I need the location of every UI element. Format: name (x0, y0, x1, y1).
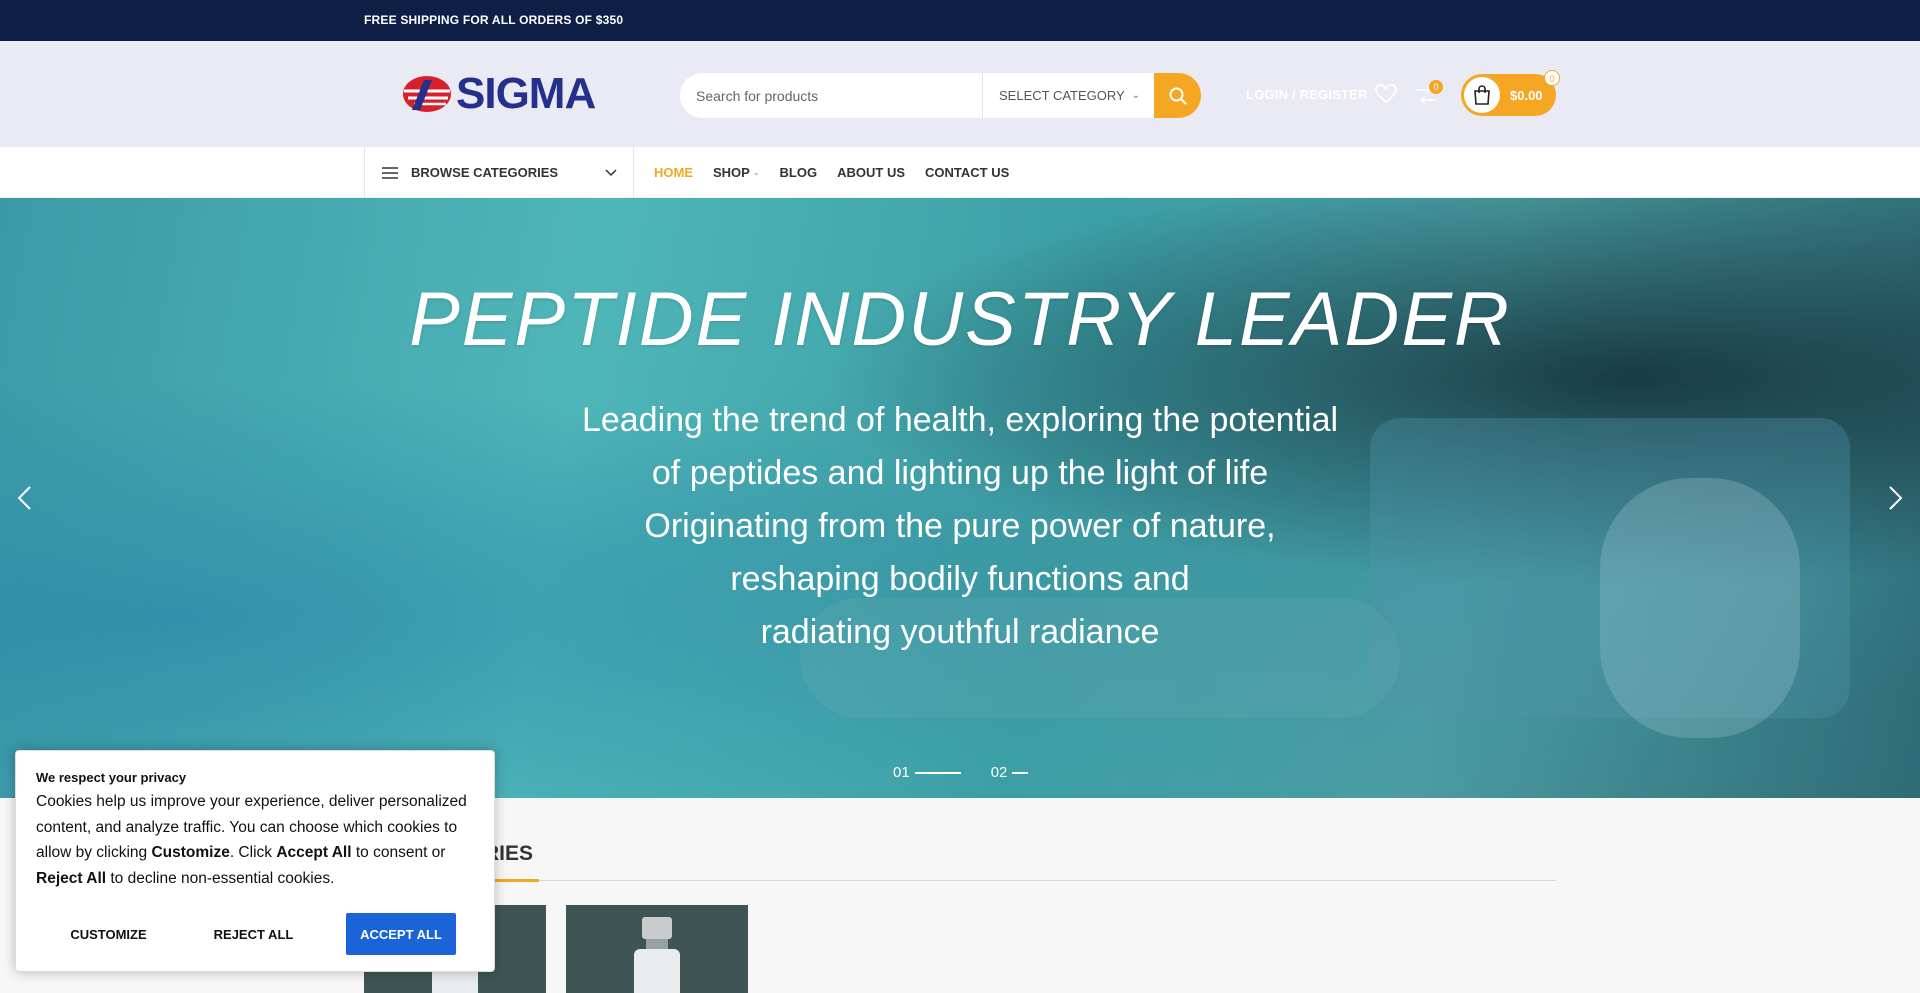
hero-background-shape (1600, 478, 1800, 738)
slider-prev-button[interactable] (10, 483, 40, 513)
chevron-down-icon (605, 168, 617, 176)
section-divider (364, 880, 1556, 881)
nav-item-label: SHOP (713, 165, 750, 180)
cart-button[interactable]: $0.00 0 (1461, 70, 1560, 116)
hero-line: of peptides and lighting up the light of… (651, 454, 1269, 492)
nav-item-about-us[interactable]: ABOUT US (837, 165, 905, 180)
category-select-label: SELECT CATEGORY (999, 88, 1125, 103)
chevron-down-icon: ⌄ (752, 168, 760, 177)
wishlist-button[interactable] (1375, 84, 1397, 109)
nav-item-label: HOME (654, 165, 693, 180)
sigma-logo-icon (403, 76, 451, 112)
customize-button[interactable]: CUSTOMIZE (36, 913, 181, 955)
free-shipping-text: FREE SHIPPING FOR ALL ORDERS OF $350 (364, 13, 624, 27)
chevron-left-icon (17, 486, 31, 510)
site-logo[interactable]: SIGMA (402, 69, 614, 118)
slide-progress-bar (914, 771, 961, 774)
browse-categories-label: BROWSE CATEGORIES (411, 165, 559, 180)
cookie-text-part: to consent or (351, 844, 446, 861)
slider-pagination: 01 02 (893, 764, 1058, 781)
category-card[interactable] (566, 905, 748, 993)
slider-dot-2[interactable]: 02 (991, 764, 1029, 781)
nav-item-home[interactable]: HOME (654, 165, 693, 180)
nav-item-label: BLOG (779, 165, 818, 180)
nav-item-label: ABOUT US (837, 165, 905, 180)
cart-count-badge: 0 (1544, 70, 1560, 86)
cookie-text-part: . Click (229, 844, 277, 861)
slide-number: 02 (990, 764, 1008, 781)
category-select[interactable]: SELECT CATEGORY ⌄ (982, 73, 1154, 118)
chevron-down-icon: ⌄ (1131, 90, 1140, 101)
cookie-text-bold: Reject All (36, 869, 107, 887)
chevron-right-icon (1889, 486, 1903, 510)
nav-item-shop[interactable]: SHOP ⌄ (713, 165, 760, 180)
cart-amount: $0.00 (1510, 87, 1543, 103)
search-input[interactable] (680, 73, 982, 118)
nav-menu: HOME SHOP ⌄ BLOG ABOUT US CONTACT US (654, 147, 1029, 198)
cookie-description: Cookies help us improve your experience,… (36, 789, 481, 891)
cookie-text-bold: Customize (151, 844, 230, 861)
hero-subtitle: Leading the trend of health, exploring t… (460, 394, 1460, 659)
hero-line: radiating youthful radiance (760, 613, 1160, 651)
shopping-bag-icon (1474, 85, 1490, 105)
reject-all-button[interactable]: REJECT ALL (181, 913, 326, 955)
login-register-link[interactable]: LOGIN / REGISTER (1246, 87, 1368, 102)
hamburger-menu-icon (382, 166, 398, 179)
slider-dot-1[interactable]: 01 (893, 764, 961, 781)
search-button[interactable] (1154, 73, 1201, 118)
vial-image (634, 917, 680, 993)
logo-text: SIGMA (456, 69, 596, 118)
main-navbar: BROWSE CATEGORIES HOME SHOP ⌄ BLOG ABOUT … (0, 147, 1920, 198)
browse-categories-dropdown[interactable]: BROWSE CATEGORIES (364, 147, 634, 198)
heart-icon (1375, 84, 1397, 104)
search-icon (1169, 87, 1187, 105)
compare-button[interactable]: 0 (1415, 80, 1443, 109)
slide-number: 01 (893, 764, 910, 781)
hero-line: Originating from the pure power of natur… (644, 507, 1276, 545)
cookie-title: We respect your privacy (36, 770, 187, 785)
hero-slider: PEPTIDE INDUSTRY LEADER Leading the tren… (0, 198, 1920, 798)
hero-title: PEPTIDE INDUSTRY LEADER (409, 277, 1511, 362)
top-announcement-bar: FREE SHIPPING FOR ALL ORDERS OF $350 (0, 0, 1920, 41)
nav-item-contact-us[interactable]: CONTACT US (925, 165, 1009, 180)
cookie-consent-popup: We respect your privacy Cookies help us … (15, 750, 495, 972)
cart-icon-circle (1464, 77, 1500, 113)
slide-progress-bar (1012, 771, 1029, 774)
hero-line: reshaping bodily functions and (730, 560, 1190, 598)
accept-all-button[interactable]: ACCEPT ALL (346, 913, 456, 955)
nav-item-label: CONTACT US (925, 165, 1010, 180)
compare-count-badge: 0 (1429, 80, 1443, 94)
cookie-text-bold: Accept All (276, 844, 352, 861)
site-header: SIGMA SELECT CATEGORY ⌄ LOGIN / REGISTER… (0, 41, 1920, 147)
hero-line: Leading the trend of health, exploring t… (581, 401, 1339, 439)
cookie-text-part: to decline non-essential cookies. (106, 869, 335, 887)
search-bar: SELECT CATEGORY ⌄ (680, 73, 1201, 118)
nav-item-blog[interactable]: BLOG (780, 165, 818, 180)
slider-next-button[interactable] (1880, 483, 1910, 513)
